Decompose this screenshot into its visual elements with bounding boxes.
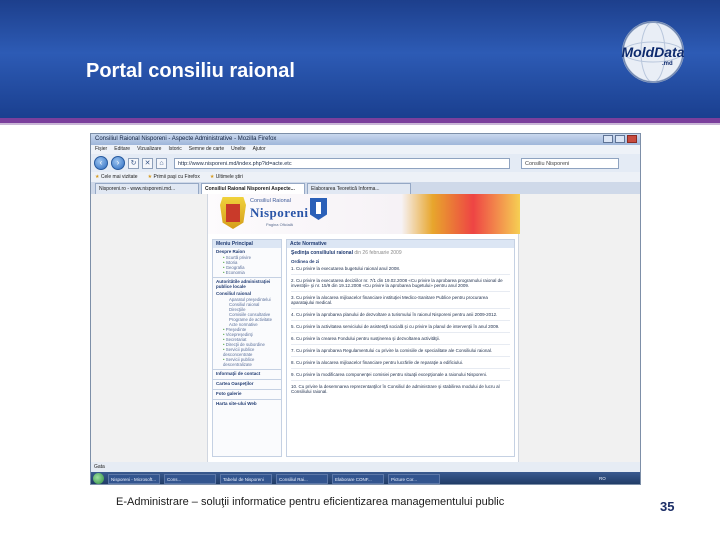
bookmarks-toolbar: Cele mai vizitate Primii paşi cu Firefox… <box>91 172 640 182</box>
address-bar[interactable]: http://www.nisporeni.md/index.php?id=act… <box>174 157 510 169</box>
maximize-button[interactable] <box>615 135 625 143</box>
site-main-content: Acte Normative Şedinţa consiliului raion… <box>286 239 515 457</box>
menu-help[interactable]: Ajutor <box>253 145 266 154</box>
menu-history[interactable]: Istoric <box>168 145 181 154</box>
agenda-item[interactable]: 9. Cu privire la modificarea componenţei… <box>287 371 514 378</box>
menu-view[interactable]: Vizualizare <box>137 145 161 154</box>
forward-icon[interactable]: › <box>111 156 125 170</box>
logo-text: MoldData <box>621 44 685 60</box>
reload-icon[interactable]: ↻ <box>128 157 139 169</box>
tab-consiliul-raional[interactable]: Consiliul Raional Nisporeni Aspecte... <box>201 183 305 194</box>
start-button-icon[interactable] <box>93 473 104 484</box>
window-buttons <box>603 135 637 143</box>
search-input[interactable]: Consiliu Nisporeni <box>521 157 619 169</box>
menu-bar: Fişier Editare Vizualizare Istoric Semne… <box>91 145 640 154</box>
page-number: 35 <box>660 499 675 514</box>
agenda-item[interactable]: 8. Cu privire la alocarea mijloacelor fi… <box>287 359 514 366</box>
taskbar-item[interactable]: Picture Cor... <box>388 473 440 484</box>
minimize-button[interactable] <box>603 135 613 143</box>
website-page: Consiliul Raional Nisporeni Pagina Ofici… <box>207 194 520 462</box>
divider <box>291 332 510 333</box>
menu-file[interactable]: Fişier <box>95 145 107 154</box>
back-icon[interactable]: ‹ <box>94 156 108 170</box>
banner-tagline: Pagina Oficială <box>266 222 293 227</box>
system-tray: RO <box>599 475 606 481</box>
page-viewport: Consiliul Raional Nisporeni Pagina Ofici… <box>91 194 640 462</box>
taskbar-item[interactable]: Tabelul de Nisporeni <box>220 473 272 484</box>
browser-status-bar: Gata <box>91 462 640 472</box>
agenda-title: Ordinea de zi <box>291 259 320 264</box>
tab-nisporeni[interactable]: Nisporeni.ro - www.nisporeni.md... <box>95 183 199 194</box>
sidebar-item-autoritati[interactable]: Autoritătile administraţiei publice loca… <box>213 277 281 290</box>
divider <box>291 380 510 381</box>
taskbar-item[interactable]: Cons... <box>164 473 216 484</box>
divider <box>291 356 510 357</box>
agenda-item[interactable]: 2. Cu privire la executarea deciziilor n… <box>287 277 514 289</box>
tab-strip: Nisporeni.ro - www.nisporeni.md... Consi… <box>91 182 640 194</box>
coat-of-arms-shield <box>226 204 240 222</box>
sidebar-item-despre-raion[interactable]: Despre Raion <box>213 248 281 255</box>
taskbar-item[interactable]: Elaborare CONF... <box>332 473 384 484</box>
menu-edit[interactable]: Editare <box>114 145 130 154</box>
divider <box>291 291 510 292</box>
agenda-item[interactable]: 4. Cu privire la aprobarea planului de d… <box>287 311 514 318</box>
bookmark-latest-news[interactable]: Ultimele ştiri <box>210 172 243 182</box>
tab-elaborarea[interactable]: Elaborarea Teoretică Informa... <box>307 183 411 194</box>
stop-icon[interactable]: ✕ <box>142 157 153 169</box>
windows-taskbar: Nisporeni - Microsoft... Cons... Tabelul… <box>91 472 640 484</box>
slide-header: Portal consiliu raional MoldData .md <box>0 0 720 118</box>
slide-footer: E-Administrare – soluţii informatice pen… <box>116 496 505 508</box>
session-title: Şedinţa consiliului raional din 26 febru… <box>287 248 514 258</box>
browser-screenshot: Consiliul Raional Nisporeni - Aspecte Ad… <box>90 133 641 485</box>
divider <box>291 368 510 369</box>
sidebar-item-consiliul-raional[interactable]: Consiliul raional <box>213 290 281 297</box>
session-title-text: Şedinţa consiliului raional <box>291 250 353 256</box>
site-sidebar: Meniu Principal Despre Raion Scurtă priv… <box>212 239 282 457</box>
menu-bookmarks[interactable]: Semne de carte <box>189 145 224 154</box>
menu-tools[interactable]: Unelte <box>231 145 245 154</box>
agenda-item[interactable]: 3. Cu privire la alocarea mijloacelor fi… <box>287 294 514 306</box>
divider <box>291 344 510 345</box>
agenda-item[interactable]: 1. Cu privire la executarea bugetului ra… <box>287 265 514 272</box>
molddata-logo: MoldData .md <box>610 14 696 94</box>
bookmark-getting-started[interactable]: Primii paşi cu Firefox <box>148 172 199 182</box>
site-banner: Consiliul Raional Nisporeni Pagina Ofici… <box>208 194 520 234</box>
banner-title: Nisporeni <box>250 205 309 220</box>
session-title-date: din 26 februarie 2009 <box>354 250 402 256</box>
sidebar-header: Meniu Principal <box>213 240 281 248</box>
bookmark-most-visited[interactable]: Cele mai vizitate <box>95 172 138 182</box>
close-button[interactable] <box>627 135 637 143</box>
sidebar-item-foto-galerie[interactable]: Foto galerie <box>213 389 281 397</box>
header-stripe-light <box>0 123 720 125</box>
divider <box>291 320 510 321</box>
taskbar-item[interactable]: Consiliul Rai... <box>276 473 328 484</box>
logo-domain: .md <box>662 61 673 67</box>
agenda-item[interactable]: 6. Cu privire la crearea Fondului pentru… <box>287 335 514 342</box>
browser-titlebar: Consiliul Raional Nisporeni - Aspecte Ad… <box>91 134 640 145</box>
sidebar-item-contact[interactable]: Informaţii de contact <box>213 369 281 377</box>
divider <box>291 274 510 275</box>
banner-subtitle: Consiliul Raional <box>250 198 291 204</box>
divider <box>291 308 510 309</box>
sidebar-item-servicii-desconcentrate[interactable]: Servicii publice desconcentrate <box>213 347 281 357</box>
slide-title: Portal consiliu raional <box>86 60 295 82</box>
agenda-item[interactable]: 7. Cu privire la aprobarea Regulamentulu… <box>287 347 514 354</box>
home-icon[interactable]: ⌂ <box>156 157 167 169</box>
city-emblem-tower <box>316 202 321 214</box>
navigation-toolbar: ‹ › ↻ ✕ ⌂ http://www.nisporeni.md/index.… <box>91 154 640 172</box>
taskbar-item[interactable]: Nisporeni - Microsoft... <box>108 473 160 484</box>
content-header: Acte Normative <box>287 240 514 248</box>
sidebar-item-sitemap[interactable]: Harta site-ului Web <box>213 399 281 407</box>
agenda-item[interactable]: 10. Cu privire la desemnarea reprezentan… <box>287 383 514 395</box>
agenda-item[interactable]: 5. Cu privire la activitatea serviciului… <box>287 323 514 330</box>
sidebar-sub-item[interactable]: Economia <box>213 270 281 275</box>
sidebar-item-servicii-descentralizate[interactable]: Servicii publice descentralizate <box>213 357 281 367</box>
sidebar-item-guestbook[interactable]: Cartea Oaspeţilor <box>213 379 281 387</box>
